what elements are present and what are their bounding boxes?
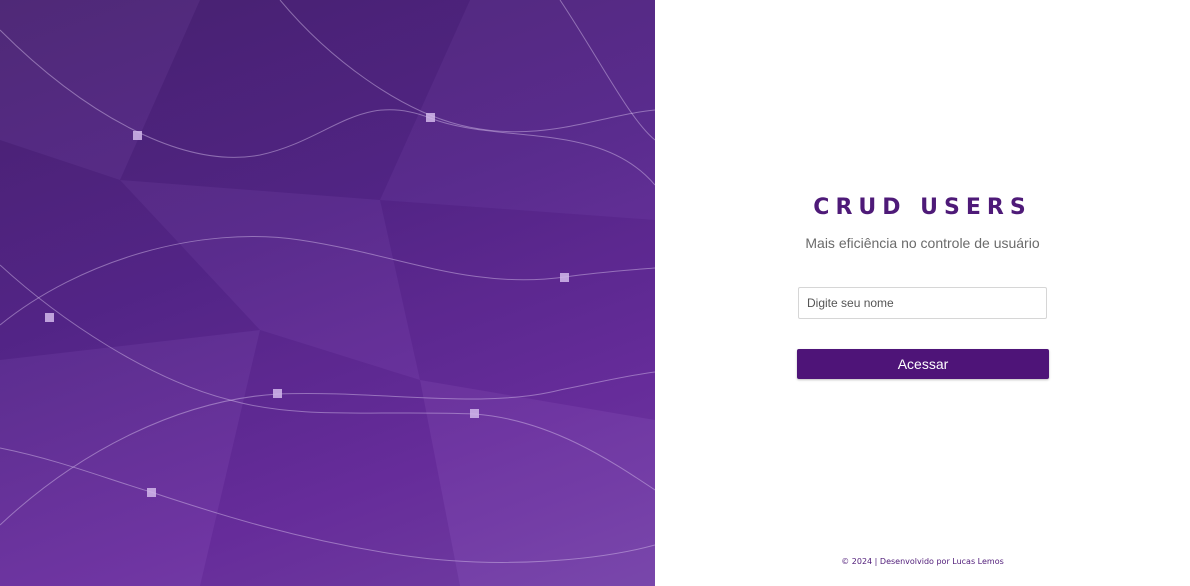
access-button[interactable]: Acessar [797,349,1049,379]
app-subtitle: Mais eficiência no controle de usuário [805,235,1040,251]
network-node [133,131,142,140]
network-node [470,409,479,418]
login-panel: CRUD USERS Mais eficiência no controle d… [655,0,1190,586]
network-node [147,488,156,497]
app-title: CRUD USERS [813,195,1032,220]
network-node [560,273,569,282]
network-node [45,313,54,322]
network-node [426,113,435,122]
network-node [273,389,282,398]
login-page: CRUD USERS Mais eficiência no controle d… [0,0,1190,586]
hero-background-image [0,0,655,586]
network-lines-illustration [0,0,655,586]
name-input[interactable] [798,287,1047,319]
footer-credits: © 2024 | Desenvolvido por Lucas Lemos [841,557,1004,566]
